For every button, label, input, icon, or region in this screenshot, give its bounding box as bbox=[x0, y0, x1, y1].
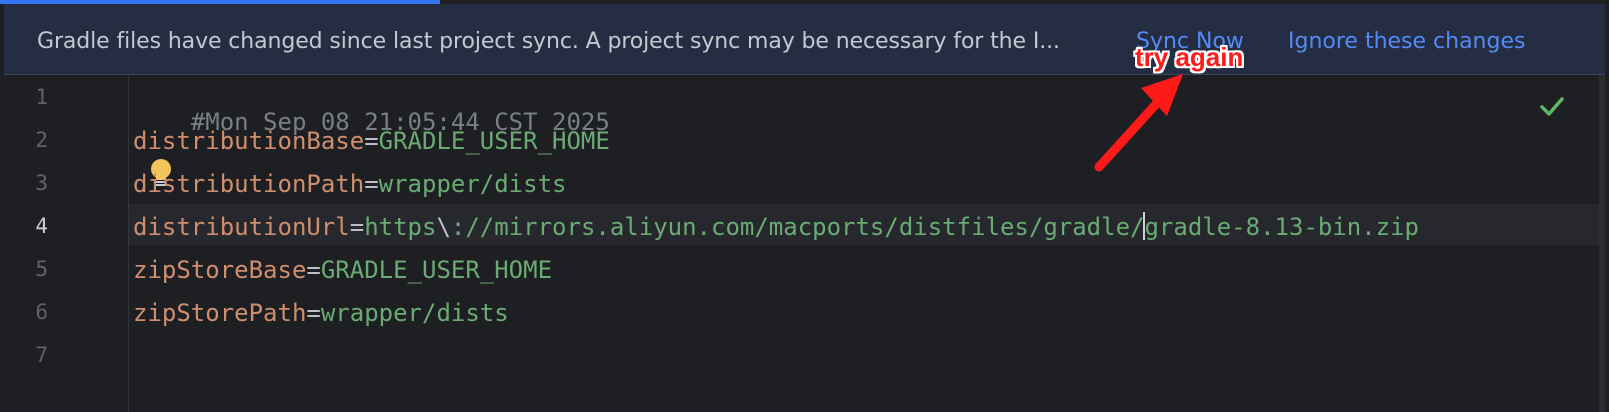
property-value: ://mirrors.aliyun.com/macports/distfiles… bbox=[450, 213, 1145, 241]
line-number: 1 bbox=[35, 85, 48, 109]
property-value: https bbox=[364, 213, 437, 241]
line-number-gutter: 1 2 3 4 5 6 7 bbox=[4, 75, 129, 412]
line-number: 3 bbox=[35, 171, 48, 195]
property-value: GRADLE_USER_HOME bbox=[378, 127, 610, 155]
line-number: 2 bbox=[35, 128, 48, 152]
banner-message: Gradle files have changed since last pro… bbox=[37, 29, 1060, 54]
code-line-5: zipStoreBase=GRADLE_USER_HOME bbox=[133, 258, 552, 282]
property-key: distributionUrl bbox=[133, 213, 350, 241]
property-value: GRADLE_USER_HOME bbox=[320, 256, 553, 284]
equals-sign: = bbox=[349, 213, 365, 241]
property-value: wrapper/dists bbox=[378, 170, 567, 198]
equals-sign: = bbox=[306, 256, 321, 284]
property-key: distributionBase bbox=[133, 127, 365, 155]
code-line-6: zipStorePath=wrapper/dists bbox=[133, 301, 509, 325]
escape-char: \ bbox=[436, 213, 451, 241]
annotation-label: try again bbox=[1135, 42, 1244, 72]
property-key: zipStoreBase bbox=[133, 256, 307, 284]
checkmark-icon bbox=[1540, 97, 1564, 116]
property-value: wrapper/dists bbox=[320, 299, 509, 327]
equals-sign: = bbox=[364, 170, 379, 198]
sync-notification-banner: Gradle files have changed since last pro… bbox=[4, 4, 1605, 75]
property-key: zipStorePath bbox=[133, 299, 307, 327]
ignore-changes-link[interactable]: Ignore these changes bbox=[1288, 29, 1525, 54]
code-line-4: distributionUrl=https\://mirrors.aliyun.… bbox=[133, 212, 1420, 241]
equals-sign: = bbox=[364, 127, 379, 155]
annotation-arrow-icon bbox=[1094, 74, 1183, 172]
code-line-3: distributionPath=wrapper/dists bbox=[133, 172, 566, 196]
code-line-2: distributionBase=GRADLE_USER_HOME bbox=[133, 129, 610, 153]
property-value: gradle-8.13-bin.zip bbox=[1144, 213, 1420, 241]
line-number: 6 bbox=[35, 300, 48, 324]
line-number: 7 bbox=[35, 343, 48, 367]
code-editor[interactable]: 1 2 3 4 5 6 7 #Mon Sep 08 21:05:44 CST 2… bbox=[4, 75, 1605, 412]
vertical-scrollbar[interactable] bbox=[1599, 75, 1605, 412]
equals-sign: = bbox=[306, 299, 321, 327]
line-number: 5 bbox=[35, 257, 48, 281]
property-key: distributionPath bbox=[133, 170, 365, 198]
line-number-current: 4 bbox=[35, 214, 48, 238]
